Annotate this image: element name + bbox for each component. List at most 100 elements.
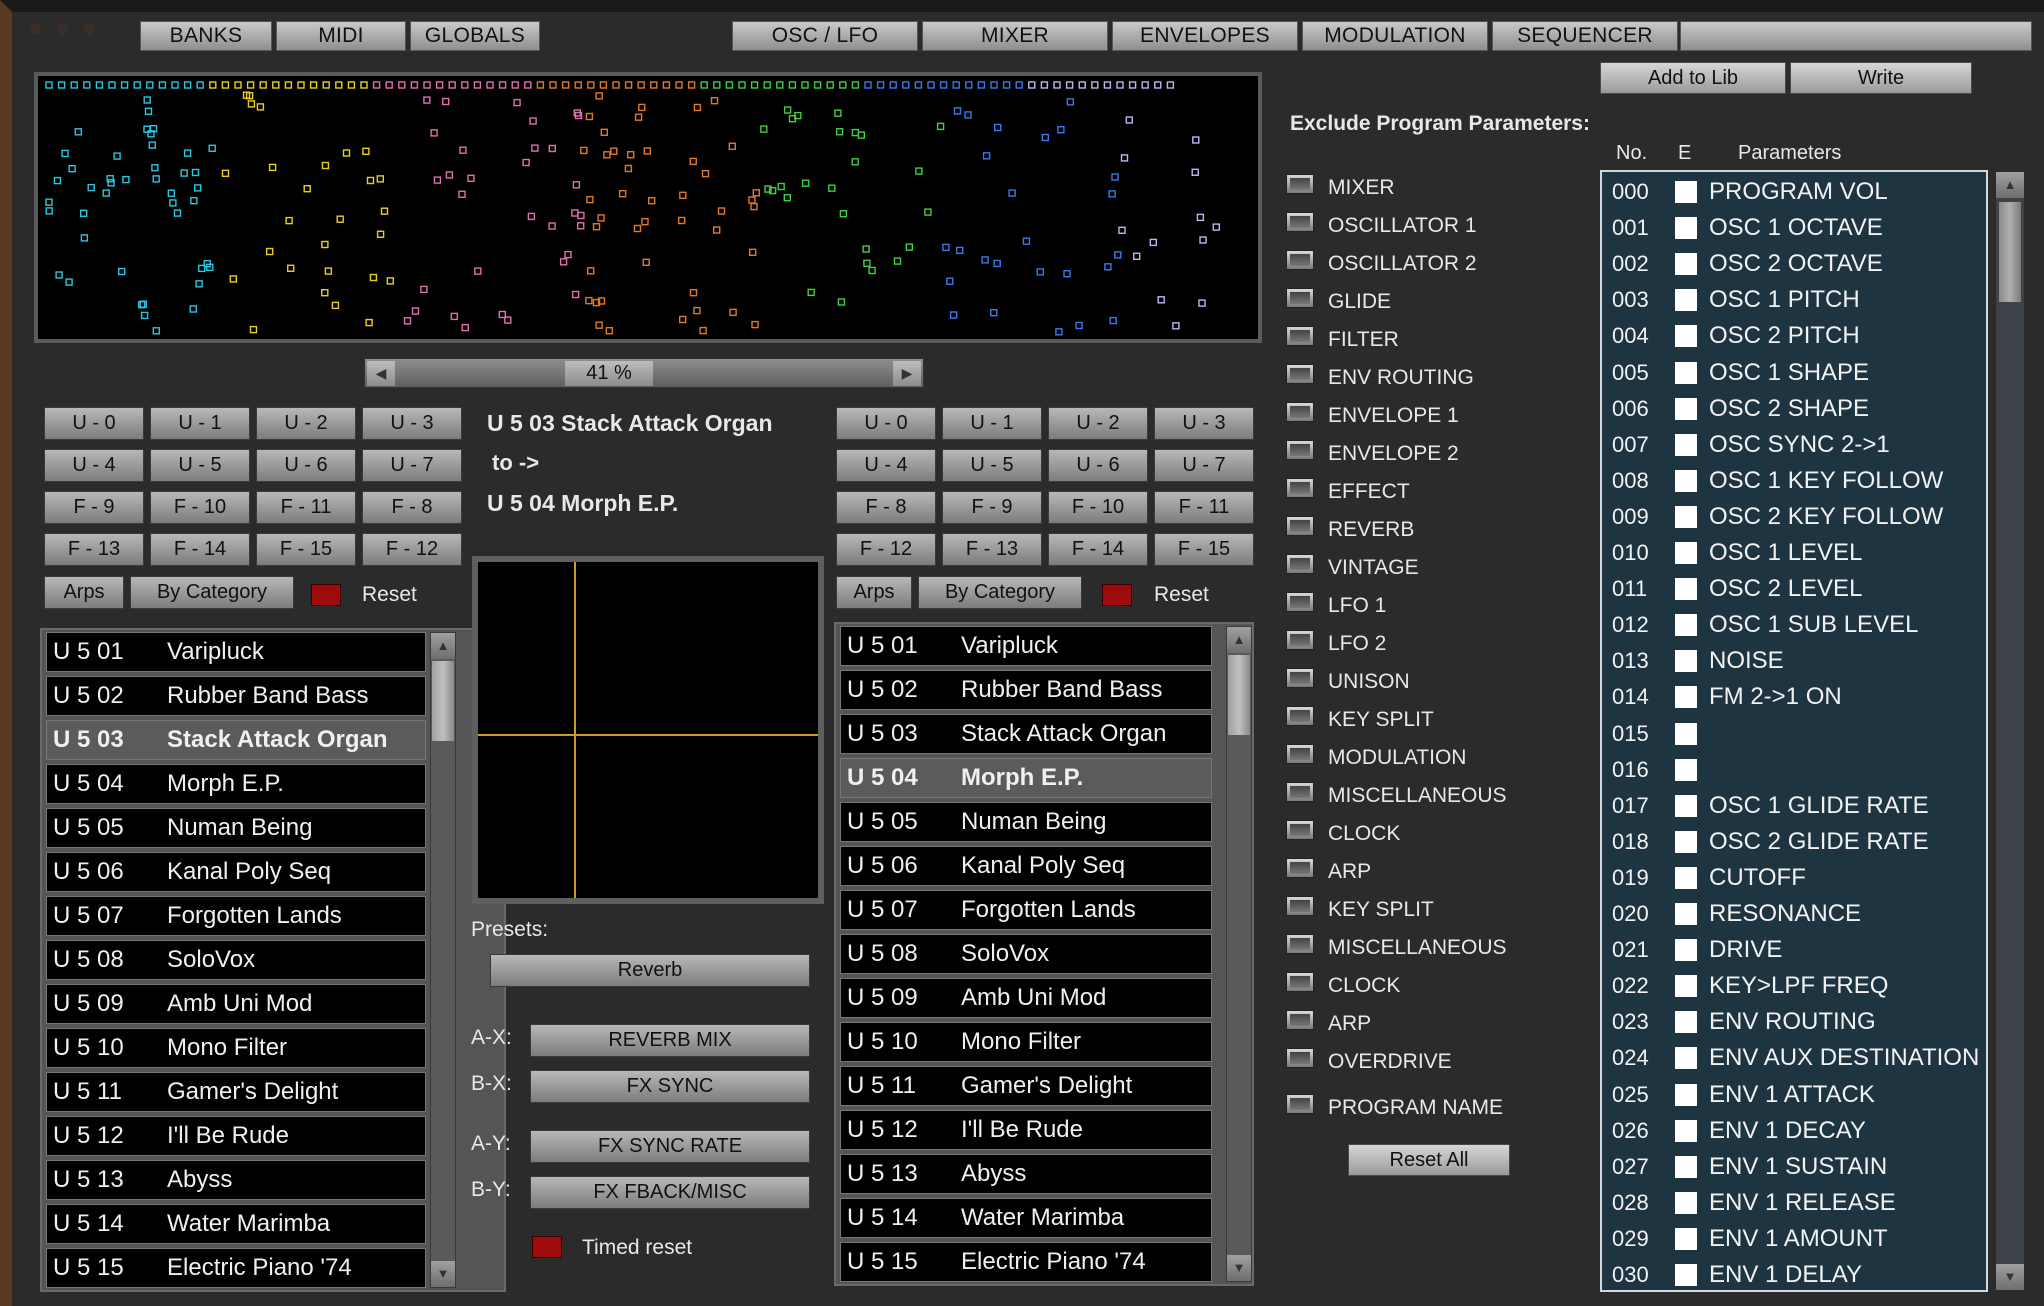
parameter-row[interactable]: 017 OSC 1 GLIDE RATE [1602, 788, 1986, 824]
exclude-checkbox[interactable] [1286, 1010, 1314, 1030]
bank-button[interactable]: F - 11 [1154, 491, 1254, 524]
exclude-checkbox[interactable] [1286, 592, 1314, 612]
scroll-left-icon[interactable]: ◀ [367, 361, 395, 386]
tab-modulation[interactable]: MODULATION [1302, 21, 1488, 51]
zoom-thumb[interactable]: 41 % [565, 361, 653, 386]
bank-button[interactable]: U - 1 [942, 407, 1042, 440]
parameter-exclude-checkbox[interactable] [1675, 1047, 1697, 1070]
program-row[interactable]: U 5 06 Kanal Poly Seq [840, 846, 1212, 886]
bank-button[interactable]: F - 8 [836, 491, 936, 524]
left-list-scrollbar[interactable]: ▲ ▼ [430, 632, 456, 1288]
parameter-row[interactable]: 004 OSC 2 PITCH [1602, 318, 1986, 354]
right-arps-button[interactable]: Arps [836, 576, 912, 609]
parameter-row[interactable]: 015 [1602, 716, 1986, 752]
bank-button[interactable]: U - 3 [1154, 407, 1254, 440]
tab-overflow[interactable] [1680, 21, 2032, 51]
parameter-row[interactable]: 030 ENV 1 DELAY [1602, 1257, 1986, 1293]
program-name-checkbox[interactable] [1286, 1094, 1314, 1114]
parameter-row[interactable]: 000 PROGRAM VOL [1602, 174, 1986, 210]
program-row[interactable]: U 5 08 SoloVox [46, 940, 426, 980]
parameter-row[interactable]: 011 OSC 2 LEVEL [1602, 571, 1986, 607]
exclude-checkbox[interactable] [1286, 858, 1314, 878]
bank-button[interactable]: U - 5 [150, 449, 250, 482]
bank-button[interactable]: U - 4 [44, 449, 144, 482]
timed-reset-indicator[interactable] [532, 1236, 562, 1258]
parameter-row[interactable]: 005 OSC 1 SHAPE [1602, 355, 1986, 391]
exclude-checkbox[interactable] [1286, 934, 1314, 954]
exclude-checkbox[interactable] [1286, 440, 1314, 460]
parameter-row[interactable]: 028 ENV 1 RELEASE [1602, 1185, 1986, 1221]
parameter-row[interactable]: 018 OSC 2 GLIDE RATE [1602, 824, 1986, 860]
right-reset-indicator[interactable] [1102, 584, 1132, 606]
bank-button[interactable]: F - 8 [362, 491, 462, 524]
scroll-down-icon[interactable]: ▼ [1996, 1264, 2024, 1290]
exclude-checkbox[interactable] [1286, 250, 1314, 270]
bank-button[interactable]: U - 2 [256, 407, 356, 440]
bank-button[interactable]: F - 10 [150, 491, 250, 524]
parameter-row[interactable]: 007 OSC SYNC 2->1 [1602, 427, 1986, 463]
bank-button[interactable]: U - 3 [362, 407, 462, 440]
left-by-category-button[interactable]: By Category [130, 576, 294, 609]
parameter-exclude-checkbox[interactable] [1675, 903, 1697, 925]
scroll-down-icon[interactable]: ▼ [1227, 1255, 1251, 1281]
parameter-exclude-checkbox[interactable] [1675, 686, 1697, 709]
axis-parameter-select[interactable]: REVERB MIX [530, 1024, 810, 1057]
exclude-checkbox[interactable] [1286, 706, 1314, 726]
exclude-checkbox[interactable] [1286, 782, 1314, 802]
tab-midi[interactable]: MIDI [276, 21, 406, 51]
parameter-row[interactable]: 010 OSC 1 LEVEL [1602, 535, 1986, 571]
program-row[interactable]: U 5 01 Varipluck [46, 632, 426, 672]
axis-parameter-select[interactable]: FX SYNC [530, 1070, 810, 1103]
parameter-exclude-checkbox[interactable] [1675, 469, 1697, 492]
parameter-row[interactable]: 014 FM 2->1 ON [1602, 679, 1986, 715]
exclude-checkbox[interactable] [1286, 516, 1314, 536]
program-row[interactable]: U 5 07 Forgotten Lands [46, 896, 426, 936]
bank-button[interactable]: F - 15 [1154, 533, 1254, 566]
program-row[interactable]: U 5 04 Morph E.P. [46, 764, 426, 804]
parameter-row[interactable]: 027 ENV 1 SUSTAIN [1602, 1149, 1986, 1185]
program-row[interactable]: U 5 03 Stack Attack Organ [46, 720, 426, 760]
scroll-up-icon[interactable]: ▲ [1996, 172, 2024, 198]
zoom-scrollbar[interactable]: ◀ 41 % ▶ [364, 358, 924, 388]
tab-globals[interactable]: GLOBALS [410, 21, 540, 51]
program-row[interactable]: U 5 02 Rubber Band Bass [46, 676, 426, 716]
program-row[interactable]: U 5 11 Gamer's Delight [46, 1072, 426, 1112]
bank-button[interactable]: F - 14 [1048, 533, 1148, 566]
scroll-right-icon[interactable]: ▶ [893, 361, 921, 386]
bank-button[interactable]: F - 9 [942, 491, 1042, 524]
bank-button[interactable]: F - 10 [1048, 491, 1148, 524]
tab-osc-lfo[interactable]: OSC / LFO [732, 21, 918, 51]
presets-select[interactable]: Reverb [490, 954, 810, 987]
bank-button[interactable]: U - 6 [1048, 449, 1148, 482]
axis-parameter-select[interactable]: FX FBACK/MISC [530, 1176, 810, 1209]
bank-button[interactable]: F - 12 [362, 533, 462, 566]
exclude-checkbox[interactable] [1286, 288, 1314, 308]
parameter-row[interactable]: 008 OSC 1 KEY FOLLOW [1602, 463, 1986, 499]
reset-all-button[interactable]: Reset All [1348, 1144, 1510, 1176]
program-row[interactable]: U 5 10 Mono Filter [46, 1028, 426, 1068]
parameter-row[interactable]: 016 [1602, 752, 1986, 788]
parameter-row[interactable]: 002 OSC 2 OCTAVE [1602, 246, 1986, 282]
exclude-checkbox[interactable] [1286, 630, 1314, 650]
bank-button[interactable]: F - 9 [44, 491, 144, 524]
bank-button[interactable]: U - 7 [1154, 449, 1254, 482]
parameter-row[interactable]: 006 OSC 2 SHAPE [1602, 391, 1986, 427]
right-list-scrollbar[interactable]: ▲ ▼ [1226, 626, 1252, 1282]
parameter-row[interactable]: 019 CUTOFF [1602, 860, 1986, 896]
parameter-exclude-checkbox[interactable] [1675, 1011, 1697, 1034]
program-row[interactable]: U 5 07 Forgotten Lands [840, 890, 1212, 930]
tab-banks[interactable]: BANKS [140, 21, 272, 51]
parameter-row[interactable]: 012 OSC 1 SUB LEVEL [1602, 607, 1986, 643]
bank-button[interactable]: U - 2 [1048, 407, 1148, 440]
parameter-row[interactable]: 025 ENV 1 ATTACK [1602, 1077, 1986, 1113]
program-row[interactable]: U 5 03 Stack Attack Organ [840, 714, 1212, 754]
exclude-checkbox[interactable] [1286, 364, 1314, 384]
write-button[interactable]: Write [1790, 62, 1972, 94]
scroll-up-icon[interactable]: ▲ [1227, 627, 1251, 653]
program-row[interactable]: U 5 12 I'll Be Rude [840, 1110, 1212, 1150]
bank-button[interactable]: F - 13 [942, 533, 1042, 566]
parameter-exclude-checkbox[interactable] [1675, 289, 1697, 312]
parameter-row[interactable]: 021 DRIVE [1602, 932, 1986, 968]
parameter-exclude-checkbox[interactable] [1675, 758, 1697, 781]
parameter-exclude-checkbox[interactable] [1675, 253, 1697, 276]
